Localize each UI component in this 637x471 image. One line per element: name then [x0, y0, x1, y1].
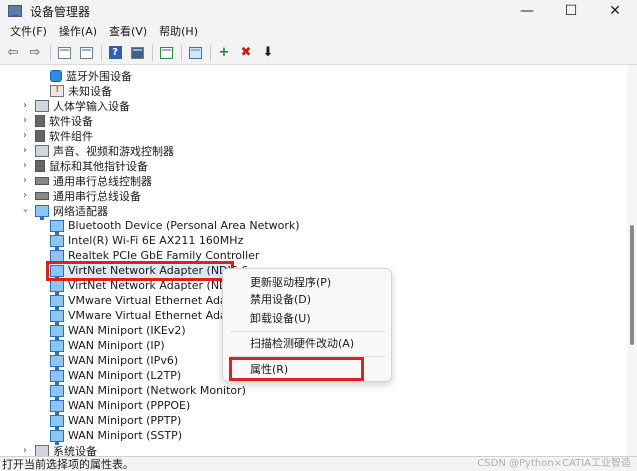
network-adapter-icon — [50, 324, 64, 340]
tree-item[interactable]: WAN Miniport (Network Monitor) — [50, 383, 246, 400]
network-adapter-icon — [50, 399, 64, 415]
network-adapter-icon — [50, 279, 64, 295]
tree-item[interactable]: WAN Miniport (SSTP) — [50, 428, 182, 445]
menu-view[interactable]: 查看(V) — [103, 22, 153, 41]
tree-item[interactable]: WAN Miniport (PPPOE) — [50, 398, 190, 415]
tree-category[interactable]: 软件组件 — [35, 128, 93, 143]
toolbar-divider — [152, 44, 153, 61]
tree-item[interactable]: Intel(R) Wi-Fi 6E AX211 160MHz — [50, 233, 243, 250]
chevron-right-icon[interactable]: › — [20, 145, 30, 156]
network-adapter-icon — [50, 309, 64, 325]
chevron-right-icon[interactable]: › — [20, 445, 30, 456]
menu-action[interactable]: 操作(A) — [53, 22, 103, 41]
selected-item-highlight — [46, 261, 234, 281]
tree-category[interactable]: 通用串行总线设备 — [35, 188, 141, 203]
network-adapter-icon — [50, 294, 64, 310]
action-pane-icon[interactable] — [128, 44, 146, 62]
back-arrow-icon[interactable]: ⇦ — [4, 44, 22, 62]
tree-item[interactable]: VMware Virtual Ethernet Adapter — [50, 308, 249, 325]
tree-item[interactable]: Bluetooth Device (Personal Area Network) — [50, 218, 300, 235]
update-driver-icon[interactable] — [157, 44, 175, 62]
toolbar-divider — [50, 44, 51, 61]
tree-item[interactable]: WAN Miniport (L2TP) — [50, 368, 181, 385]
network-adapter-icon — [50, 249, 64, 265]
network-adapter-icon — [50, 429, 64, 445]
tree-category[interactable]: 网络适配器 — [35, 203, 108, 220]
toolbar-divider — [101, 44, 102, 61]
tree-item[interactable]: VMware Virtual Ethernet Adapter — [50, 293, 249, 310]
network-adapter-icon — [50, 339, 64, 355]
network-adapter-icon — [50, 414, 64, 430]
menu-update-driver[interactable]: 更新驱动程序(P) — [250, 276, 331, 290]
network-adapter-icon — [50, 354, 64, 370]
status-text: 打开当前选择项的属性表。 — [2, 458, 134, 471]
chevron-right-icon[interactable]: › — [20, 175, 30, 186]
tree-category[interactable]: 系统设备 — [35, 443, 97, 456]
uninstall-x-icon[interactable]: ✖ — [237, 44, 255, 62]
menu-uninstall-device[interactable]: 卸载设备(U) — [250, 312, 311, 326]
scan-hardware-icon[interactable] — [186, 44, 204, 62]
tree-category[interactable]: 鼠标和其他指针设备 — [35, 158, 148, 173]
chevron-right-icon[interactable]: › — [20, 130, 30, 141]
show-hide-console-tree-icon[interactable] — [55, 44, 73, 62]
tree-item[interactable]: WAN Miniport (PPTP) — [50, 413, 181, 430]
title-bar: 设备管理器 — ☐ ✕ — [0, 0, 637, 22]
software-device-icon — [35, 114, 45, 127]
menu-help[interactable]: 帮助(H) — [153, 22, 204, 41]
maximize-button[interactable]: ☐ — [549, 0, 593, 22]
properties-highlight — [229, 357, 364, 381]
menu-bar: 文件(F) 操作(A) 查看(V) 帮助(H) — [0, 22, 637, 41]
device-manager-icon — [8, 5, 22, 17]
mouse-icon — [35, 159, 45, 172]
chevron-right-icon[interactable]: › — [20, 160, 30, 171]
disable-down-icon[interactable]: ⬇ — [259, 44, 277, 62]
tree-category[interactable]: 人体学输入设备 — [35, 98, 130, 113]
tree-item[interactable]: WAN Miniport (IPv6) — [50, 353, 178, 370]
network-adapter-icon — [50, 384, 64, 400]
chevron-right-icon[interactable]: › — [20, 115, 30, 126]
usb-icon — [35, 191, 49, 200]
chevron-down-icon[interactable]: › — [20, 206, 31, 216]
toolbar: ⇦ ⇨ ? + ✖ ⬇ — [0, 41, 637, 65]
menu-scan-hardware[interactable]: 扫描检测硬件改动(A) — [250, 337, 354, 351]
network-adapter-icon — [50, 234, 64, 250]
tree-category[interactable]: 声音、视频和游戏控制器 — [35, 143, 174, 158]
software-component-icon — [35, 129, 45, 142]
usb-icon — [35, 176, 49, 185]
tree-category[interactable]: 软件设备 — [35, 113, 93, 128]
chevron-right-icon[interactable]: › — [20, 100, 30, 111]
menu-file[interactable]: 文件(F) — [4, 22, 53, 41]
tree-item[interactable]: 蓝牙外围设备 — [50, 68, 132, 83]
chevron-right-icon[interactable]: › — [20, 190, 30, 201]
audio-icon — [35, 144, 49, 157]
toolbar-divider — [181, 44, 182, 61]
bluetooth-device-icon — [50, 69, 62, 82]
window-title: 设备管理器 — [30, 4, 91, 19]
minimize-button[interactable]: — — [505, 0, 549, 22]
tree-item[interactable]: WAN Miniport (IKEv2) — [50, 323, 186, 340]
tree-item[interactable]: WAN Miniport (IP) — [50, 338, 165, 355]
hid-icon — [35, 99, 49, 112]
unknown-device-icon — [50, 84, 64, 97]
system-device-icon — [35, 444, 49, 456]
network-adapter-icon — [50, 219, 64, 235]
close-button[interactable]: ✕ — [593, 0, 637, 22]
network-adapter-icon — [50, 369, 64, 385]
vertical-scrollbar[interactable] — [627, 65, 637, 456]
scrollbar-thumb[interactable] — [630, 225, 634, 345]
watermark: CSDN @Python×CATIA工业智造 — [477, 458, 631, 469]
tree-item[interactable]: 未知设备 — [50, 83, 112, 98]
help-icon[interactable]: ? — [106, 44, 124, 62]
network-icon — [35, 204, 49, 220]
tree-category[interactable]: 通用串行总线控制器 — [35, 173, 152, 188]
toolbar-divider — [210, 44, 211, 61]
menu-disable-device[interactable]: 禁用设备(D) — [250, 293, 311, 307]
forward-arrow-icon[interactable]: ⇨ — [26, 44, 44, 62]
properties-icon[interactable] — [77, 44, 95, 62]
menu-divider — [231, 331, 385, 332]
add-driver-icon[interactable]: + — [215, 44, 233, 62]
